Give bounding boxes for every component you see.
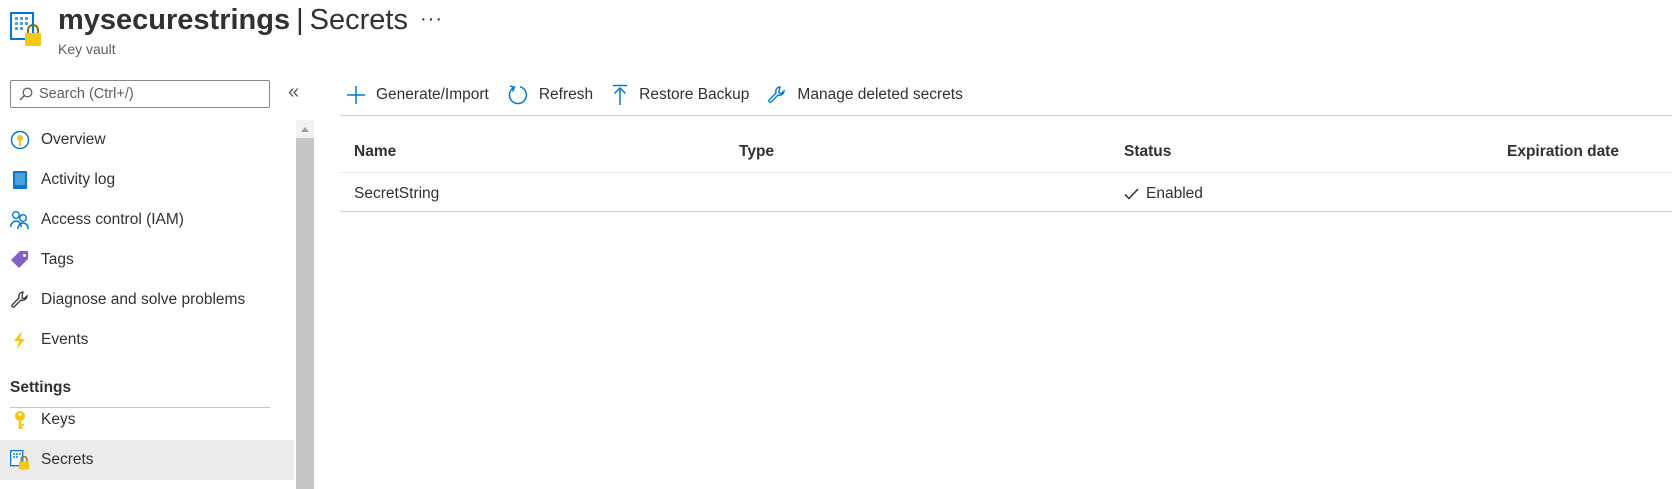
title-separator: | (296, 4, 304, 36)
page-subtitle: Key vault (58, 41, 116, 57)
sidebar-item-secrets[interactable]: Secrets (0, 440, 294, 480)
sidebar-item-diagnose[interactable]: Diagnose and solve problems (0, 280, 294, 320)
resource-name: mysecurestrings (58, 4, 291, 36)
sidebar-item-iam[interactable]: Access control (IAM) (0, 200, 294, 240)
manage-deleted-secrets-button[interactable]: Manage deleted secrets (767, 85, 963, 105)
key-icon (10, 410, 30, 430)
sidebar-item-label: Keys (41, 411, 76, 428)
wrench-icon (10, 290, 30, 310)
manage-deleted-label: Manage deleted secrets (797, 86, 963, 103)
wrench-icon (768, 86, 786, 103)
command-bar: Generate/Import Refresh Restore Backup M… (346, 80, 981, 110)
checkmark-icon (1124, 188, 1139, 200)
key-vault-icon (10, 12, 44, 48)
search-box[interactable] (10, 80, 270, 108)
refresh-button[interactable]: Refresh (507, 84, 593, 106)
activity-log-icon (10, 170, 30, 190)
row-divider (340, 211, 1672, 212)
settings-divider (10, 407, 270, 408)
restore-backup-button[interactable]: Restore Backup (611, 84, 749, 106)
plus-icon (347, 86, 365, 104)
search-input[interactable] (39, 86, 254, 102)
scroll-up-arrow-icon[interactable] (296, 120, 314, 138)
collapse-sidebar-button[interactable]: « (288, 82, 299, 102)
cell-status: Enabled (1124, 185, 1203, 203)
sidebar-item-label: Diagnose and solve problems (41, 291, 246, 308)
iam-icon (10, 210, 30, 230)
table-header-divider (340, 172, 1672, 173)
restore-backup-label: Restore Backup (639, 86, 750, 103)
page-name: Secrets (309, 4, 408, 36)
sidebar-item-events[interactable]: Events (0, 320, 294, 360)
column-header-name[interactable]: Name (354, 143, 396, 161)
page-title: mysecurestrings | Secrets (58, 2, 408, 38)
sidebar-item-label: Access control (IAM) (41, 211, 184, 228)
sidebar-item-label: Tags (41, 251, 74, 268)
column-header-expiration-date[interactable]: Expiration date (1507, 143, 1619, 161)
sidebar-item-keys[interactable]: Keys (0, 400, 294, 440)
sidebar-item-label: Overview (41, 131, 106, 148)
lightning-icon (10, 330, 30, 350)
refresh-icon (508, 85, 528, 105)
sidebar-item-label: Events (41, 331, 89, 348)
search-icon (19, 87, 33, 101)
sidebar-item-label: Activity log (41, 171, 116, 188)
generate-import-button[interactable]: Generate/Import (346, 85, 489, 105)
upload-arrow-icon (613, 84, 628, 105)
more-options-button[interactable]: ··· (420, 8, 443, 31)
sidebar-item-activity-log[interactable]: Activity log (0, 160, 294, 200)
column-header-status[interactable]: Status (1124, 143, 1171, 161)
refresh-label: Refresh (538, 86, 594, 103)
settings-section-header: Settings (10, 379, 72, 396)
column-header-type[interactable]: Type (739, 143, 774, 161)
overview-icon (10, 130, 30, 150)
table-row[interactable]: SecretString Enabled (340, 174, 1672, 212)
generate-import-label: Generate/Import (376, 86, 489, 103)
toolbar-divider (340, 115, 1672, 116)
sidebar-item-tags[interactable]: Tags (0, 240, 294, 280)
status-text: Enabled (1146, 185, 1203, 202)
sidebar-item-label: Secrets (41, 451, 94, 468)
sidebar-nav: Overview Activity log Access control (IA… (0, 120, 296, 489)
secrets-icon (10, 450, 30, 470)
tag-icon (10, 250, 30, 270)
sidebar-item-overview[interactable]: Overview (0, 120, 294, 160)
sidebar-scrollbar[interactable] (296, 120, 314, 489)
cell-name[interactable]: SecretString (354, 185, 439, 203)
